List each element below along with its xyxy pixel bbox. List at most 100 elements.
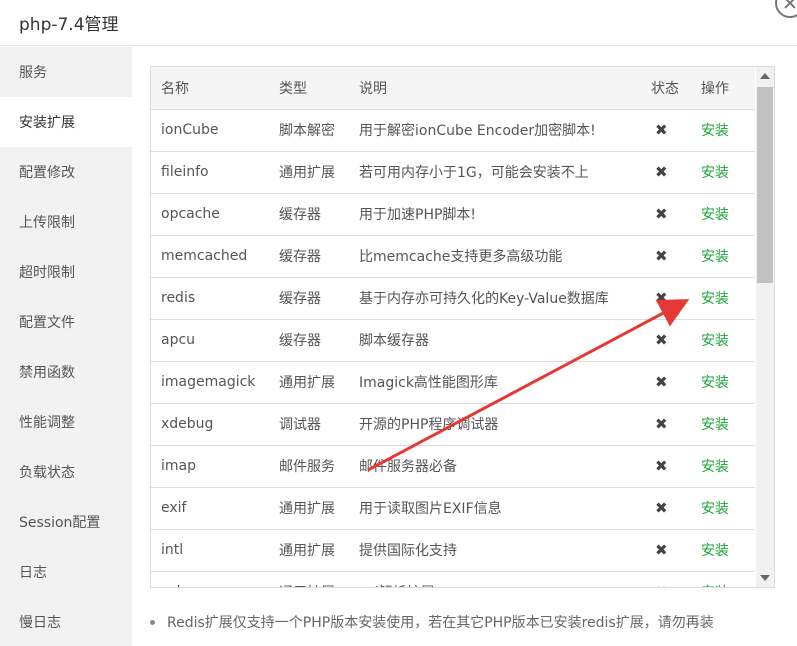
sidebar-item-upload-limit[interactable]: 上传限制 bbox=[0, 197, 132, 247]
table-cell: ✖ bbox=[641, 277, 691, 320]
table-cell: 缓存器 bbox=[269, 319, 349, 362]
table-cell: 安装 bbox=[691, 403, 755, 446]
table-cell: ✖ bbox=[641, 235, 691, 278]
ext-name-cell: xdebug bbox=[161, 416, 214, 432]
sidebar-item-config-file[interactable]: 配置文件 bbox=[0, 297, 132, 347]
table-cell: ionCube bbox=[151, 109, 269, 152]
install-button[interactable]: 安装 bbox=[701, 333, 729, 349]
x-icon: ✖ bbox=[655, 373, 668, 391]
install-button[interactable]: 安装 bbox=[701, 207, 729, 223]
scroll-thumb[interactable] bbox=[757, 87, 773, 283]
title-bar: php-7.4管理 bbox=[0, 0, 797, 46]
bullet-icon bbox=[150, 619, 155, 625]
install-button[interactable]: 安装 bbox=[701, 501, 729, 517]
sidebar-item-load-status[interactable]: 负载状态 bbox=[0, 447, 132, 497]
install-button[interactable]: 安装 bbox=[701, 417, 729, 433]
x-icon: ✖ bbox=[655, 499, 668, 517]
extensions-table-container[interactable]: 名称 类型 说明 状态 操作 ionCube 脚本解密 用于解密ionCube En… bbox=[150, 66, 775, 588]
install-button[interactable]: 安装 bbox=[701, 291, 729, 307]
sidebar-item-disabled-functions[interactable]: 禁用函数 bbox=[0, 347, 132, 397]
table-cell: ✖ bbox=[641, 193, 691, 236]
ext-desc-cell: 基于内存亦可持久化的Key-Value数据库 bbox=[359, 291, 609, 307]
table-cell: 安装 bbox=[691, 529, 755, 572]
table-cell: imap bbox=[151, 445, 269, 488]
table-cell: memcached bbox=[151, 235, 269, 278]
sidebar-item-session-config[interactable]: Session配置 bbox=[0, 497, 132, 547]
table-row: apcu 缓存器 脚本缓存器 ✖ 安装 bbox=[151, 319, 755, 362]
sidebar-item-performance[interactable]: 性能调整 bbox=[0, 397, 132, 447]
table-row: xdebug 调试器 开源的PHP程序调试器 ✖ 安装 bbox=[151, 403, 755, 446]
install-button[interactable]: 安装 bbox=[701, 123, 729, 139]
ext-desc-cell: 提供国际化支持 bbox=[359, 543, 457, 559]
table-cell: 安装 bbox=[691, 445, 755, 488]
table-cell: ✖ bbox=[641, 445, 691, 488]
table-cell: 比memcache支持更多高级功能 bbox=[349, 235, 641, 278]
ext-type-cell: 缓存器 bbox=[279, 291, 321, 307]
ext-name-cell: exif bbox=[161, 500, 187, 516]
sidebar-item-service[interactable]: 服务 bbox=[0, 47, 132, 97]
table-cell: Imagick高性能图形库 bbox=[349, 361, 641, 404]
table-cell: 调试器 bbox=[269, 403, 349, 446]
x-icon: ✖ bbox=[655, 457, 668, 475]
table-scrollbar[interactable] bbox=[756, 67, 774, 587]
ext-desc-cell: 用于加速PHP脚本! bbox=[359, 207, 477, 223]
table-cell: 安装 bbox=[691, 487, 755, 530]
scroll-up-icon[interactable] bbox=[760, 73, 770, 79]
table-cell: ✖ bbox=[641, 109, 691, 152]
x-icon: ✖ bbox=[651, 583, 668, 587]
install-button[interactable]: 安装 bbox=[701, 375, 729, 391]
install-button[interactable]: 安装 bbox=[701, 585, 729, 587]
table-row: imagemagick 通用扩展 Imagick高性能图形库 ✖ 安装 bbox=[151, 361, 755, 404]
ext-desc-cell: 若可用内存小于1G，可能会安装不上 bbox=[359, 165, 589, 181]
x-icon: ✖ bbox=[655, 163, 668, 181]
sidebar-item-install-extensions[interactable]: 安装扩展 bbox=[0, 97, 132, 147]
sidebar-item-slow-log[interactable]: 慢日志 bbox=[0, 597, 132, 646]
table-row: ionCube 脚本解密 用于解密ionCube Encoder加密脚本! ✖ 安装 bbox=[151, 109, 755, 152]
php-manager-window: php-7.4管理 服务 安装扩展 配置修改 上传限制 超时限制 配置文件 禁用… bbox=[0, 0, 797, 646]
table-cell: 基于内存亦可持久化的Key-Value数据库 bbox=[349, 277, 641, 320]
table-cell: 用于加速PHP脚本! bbox=[349, 193, 641, 236]
table-cell: 若可用内存小于1G，可能会安装不上 bbox=[349, 151, 641, 194]
table-row: redis 缓存器 基于内存亦可持久化的Key-Value数据库 ✖ 安装 bbox=[151, 277, 755, 320]
table-row: opcache 缓存器 用于加速PHP脚本! ✖ 安装 bbox=[151, 193, 755, 236]
table-cell: 安装 bbox=[691, 571, 755, 587]
extensions-table: 名称 类型 说明 状态 操作 ionCube 脚本解密 用于解密ionCube En… bbox=[151, 67, 755, 587]
ext-name-cell: apcu bbox=[161, 332, 196, 348]
scroll-down-icon[interactable] bbox=[760, 575, 770, 581]
install-button[interactable]: 安装 bbox=[701, 459, 729, 475]
table-row: imap 邮件服务 邮件服务器必备 ✖ 安装 bbox=[151, 445, 755, 488]
window-title: php-7.4管理 bbox=[19, 15, 119, 35]
x-icon: ✖ bbox=[655, 289, 668, 307]
ext-desc-cell: 脚本缓存器 bbox=[359, 333, 429, 349]
sidebar-item-config-edit[interactable]: 配置修改 bbox=[0, 147, 132, 197]
ext-desc-cell: 邮件服务器必备 bbox=[359, 459, 457, 475]
install-button[interactable]: 安装 bbox=[701, 165, 729, 181]
table-cell: ✖ bbox=[641, 571, 691, 587]
table-row: exif 通用扩展 用于读取图片EXIF信息 ✖ 安装 bbox=[151, 487, 755, 530]
x-icon: ✖ bbox=[655, 247, 668, 265]
table-cell: 安装 bbox=[691, 361, 755, 404]
header-desc: 说明 bbox=[349, 67, 641, 110]
table-header-row: 名称 类型 说明 状态 操作 bbox=[151, 67, 755, 110]
table-cell: exif bbox=[151, 487, 269, 530]
install-button[interactable]: 安装 bbox=[701, 543, 729, 559]
install-button[interactable]: 安装 bbox=[701, 249, 729, 265]
table-cell: 安装 bbox=[691, 277, 755, 320]
table-cell: ✖ bbox=[641, 529, 691, 572]
ext-type-cell: 通用扩展 bbox=[279, 375, 335, 391]
table-cell: 安装 bbox=[691, 109, 755, 152]
table-cell: 通用扩展 bbox=[269, 487, 349, 530]
table-cell: 脚本缓存器 bbox=[349, 319, 641, 362]
table-cell: xsl解析扩展 bbox=[349, 571, 641, 587]
sidebar-item-timeout-limit[interactable]: 超时限制 bbox=[0, 247, 132, 297]
sidebar-item-log[interactable]: 日志 bbox=[0, 547, 132, 597]
x-icon: ✖ bbox=[655, 541, 668, 559]
ext-name-cell: fileinfo bbox=[161, 164, 209, 180]
ext-type-cell: 缓存器 bbox=[279, 249, 321, 265]
ext-type-cell: 通用扩展 bbox=[279, 165, 335, 181]
table-cell: opcache bbox=[151, 193, 269, 236]
table-cell: fileinfo bbox=[151, 151, 269, 194]
table-cell: 通用扩展 bbox=[269, 571, 349, 587]
table-cell: 安装 bbox=[691, 193, 755, 236]
table-row: intl 通用扩展 提供国际化支持 ✖ 安装 bbox=[151, 529, 755, 572]
